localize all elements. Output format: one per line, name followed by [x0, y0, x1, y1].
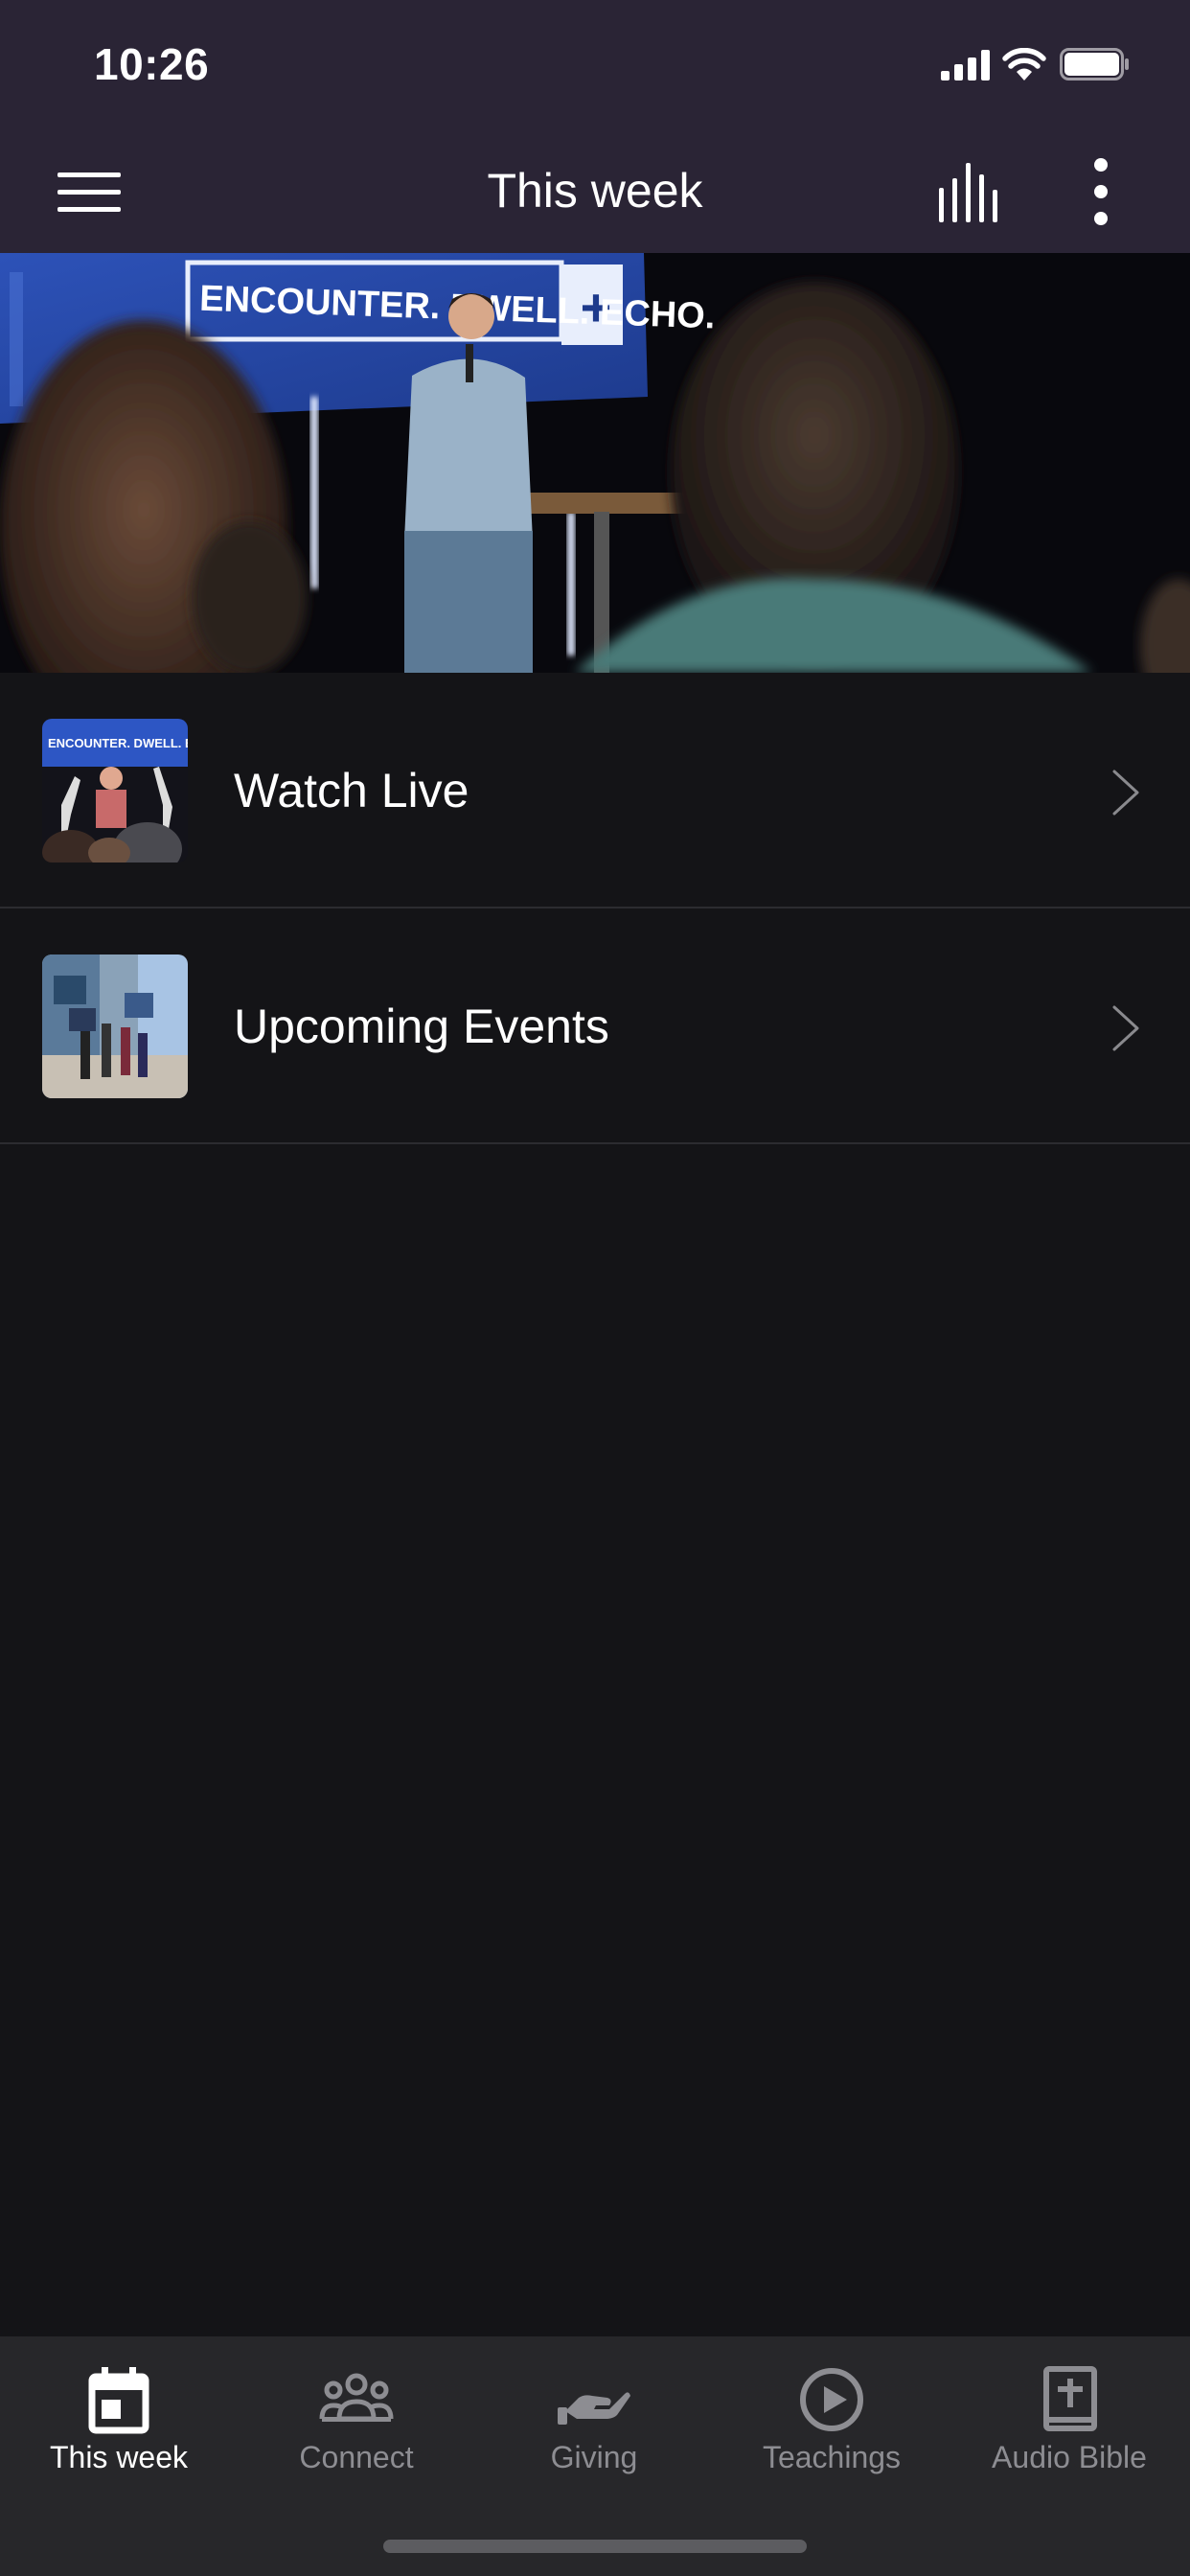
watch-live-thumbnail: ENCOUNTER. DWELL. ECHO. — [42, 719, 188, 862]
bible-cross-icon — [1043, 2366, 1097, 2431]
wifi-icon — [1002, 48, 1046, 80]
hero-photo: + ENCOUNTER. DWELL. ECHO. — [0, 253, 1190, 673]
calendar-icon — [88, 2367, 149, 2434]
tab-label: Teachings — [762, 2440, 902, 2474]
watch-live-thumb-sign: ENCOUNTER. DWELL. ECHO. — [48, 736, 188, 750]
tab-label: Giving — [550, 2440, 638, 2474]
tab-teachings[interactable]: Teachings — [713, 2336, 950, 2528]
hero-image[interactable]: + ENCOUNTER. DWELL. ECHO. — [0, 253, 1190, 673]
audio-bars-icon[interactable] — [935, 161, 1006, 222]
tab-audio-bible[interactable]: Audio Bible — [950, 2336, 1188, 2528]
play-circle-icon — [800, 2368, 863, 2431]
tab-bar: This week Connect Giving Teachings Audio… — [0, 2336, 1190, 2576]
upcoming-events-label: Upcoming Events — [234, 1000, 609, 1053]
tab-this-week[interactable]: This week — [0, 2336, 238, 2528]
battery-icon — [1060, 48, 1129, 80]
people-group-icon — [319, 2373, 394, 2422]
cellular-signal-icon — [941, 50, 990, 80]
status-time: 10:26 — [94, 39, 210, 89]
nav-bar: This week — [0, 130, 1190, 253]
vertical-dots-icon[interactable] — [1083, 155, 1119, 228]
tab-connect[interactable]: Connect — [238, 2336, 475, 2528]
content-list: ENCOUNTER. DWELL. ECHO. Watch Live — [0, 673, 1190, 1144]
tab-label: Audio Bible — [992, 2440, 1147, 2474]
list-item-upcoming-events[interactable]: Upcoming Events — [0, 908, 1190, 1144]
tab-giving[interactable]: Giving — [475, 2336, 713, 2528]
list-item-watch-live[interactable]: ENCOUNTER. DWELL. ECHO. Watch Live — [0, 673, 1190, 908]
status-bar: 10:26 — [0, 0, 1190, 130]
home-indicator[interactable] — [383, 2540, 807, 2553]
chevron-right-icon — [1112, 770, 1139, 816]
page-title: This week — [487, 164, 703, 218]
status-icons — [941, 0, 1190, 130]
tab-label: This week — [49, 2440, 189, 2474]
giving-hand-icon — [558, 2392, 630, 2425]
tab-label: Connect — [299, 2440, 414, 2474]
chevron-right-icon — [1112, 1005, 1139, 1051]
watch-live-label: Watch Live — [234, 764, 469, 817]
upcoming-events-thumbnail — [42, 954, 188, 1098]
